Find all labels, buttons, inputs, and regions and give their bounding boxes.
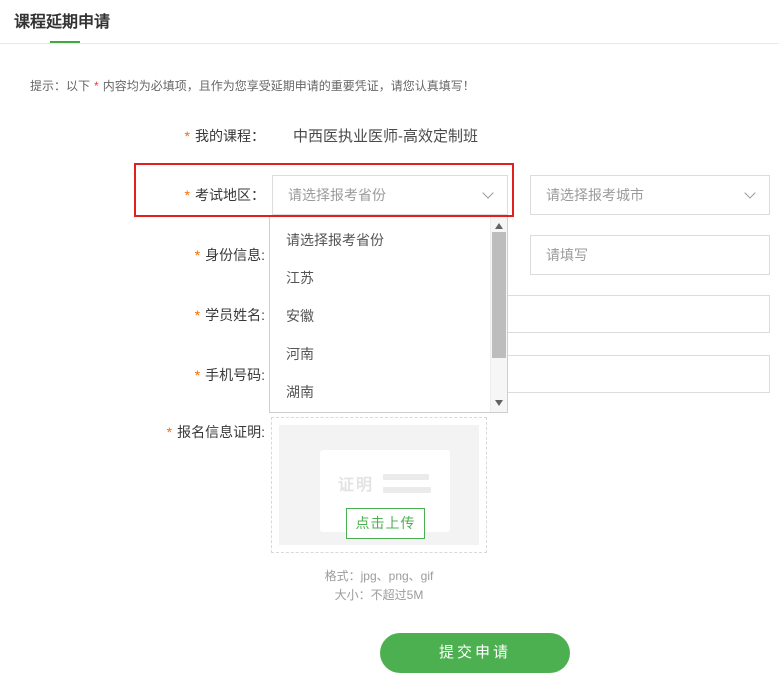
label-my-course: * 我的课程：	[0, 126, 265, 146]
certificate-watermark: 证明	[338, 471, 374, 495]
placeholder-line	[383, 487, 431, 493]
placeholder-line	[383, 474, 429, 480]
required-star: *	[195, 307, 200, 323]
province-dropdown: 请选择报考省份 江苏 安徽 河南 湖南	[269, 217, 508, 413]
course-value: 中西医执业医师-高效定制班	[293, 127, 478, 147]
dropdown-option[interactable]: 安徽	[270, 297, 507, 335]
chevron-down-icon	[744, 187, 755, 198]
scroll-up-icon[interactable]	[495, 223, 503, 229]
dropdown-option[interactable]: 江苏	[270, 259, 507, 297]
required-star: *	[195, 247, 200, 263]
scroll-down-icon[interactable]	[495, 400, 503, 406]
label-text: 学员姓名:	[205, 307, 265, 323]
page-title: 课程延期申请	[14, 8, 110, 32]
label-text: 我的课程：	[195, 128, 265, 144]
label-text: 手机号码:	[205, 367, 265, 383]
upload-button[interactable]: 点击上传	[346, 508, 425, 539]
label-registration-proof: * 报名信息证明:	[0, 422, 265, 442]
required-star: *	[167, 424, 172, 440]
province-select-placeholder: 请选择报考省份	[288, 187, 386, 203]
required-star: *	[94, 79, 99, 93]
upload-dropzone[interactable]: 证明 点击上传	[271, 417, 487, 553]
course-extension-form-page: 课程延期申请 提示：以下 * 内容均为必填项，且作为您享受延期申请的重要凭证，请您认…	[0, 0, 779, 683]
form-hint: 提示：以下 * 内容均为必填项，且作为您享受延期申请的重要凭证，请您认真填写！	[30, 77, 475, 94]
identity-input[interactable]	[530, 235, 770, 275]
label-phone-number: * 手机号码:	[0, 365, 265, 385]
dropdown-option[interactable]: 湖南	[270, 373, 507, 411]
label-identity-info: * 身份信息:	[0, 245, 265, 265]
label-text: 报名信息证明:	[177, 424, 265, 440]
scrollbar-thumb[interactable]	[492, 232, 506, 358]
dropdown-option[interactable]: 请选择报考省份	[270, 221, 507, 259]
dropdown-option[interactable]: 河南	[270, 335, 507, 373]
label-text: 身份信息:	[205, 247, 265, 263]
required-star: *	[195, 367, 200, 383]
hint-prefix: 提示：以下	[30, 79, 90, 93]
province-select[interactable]: 请选择报考省份	[272, 175, 508, 215]
label-student-name: * 学员姓名:	[0, 305, 265, 325]
header-divider	[0, 43, 779, 44]
required-star: *	[185, 128, 190, 144]
city-select[interactable]: 请选择报考城市	[530, 175, 770, 215]
chevron-down-icon	[482, 187, 493, 198]
city-select-placeholder: 请选择报考城市	[546, 187, 644, 203]
required-star: *	[185, 187, 190, 203]
submit-button[interactable]: 提交申请	[380, 633, 570, 673]
size-hint: 大小：不超过5M	[271, 586, 487, 603]
label-exam-region: * 考试地区：	[0, 185, 265, 205]
hint-suffix: 内容均为必填项，且作为您享受延期申请的重要凭证，请您认真填写！	[103, 79, 475, 93]
label-text: 考试地区：	[195, 187, 265, 203]
dropdown-scrollbar[interactable]	[490, 217, 507, 412]
upload-inner-area: 证明 点击上传	[279, 425, 479, 545]
format-hint: 格式：jpg、png、gif	[271, 567, 487, 584]
